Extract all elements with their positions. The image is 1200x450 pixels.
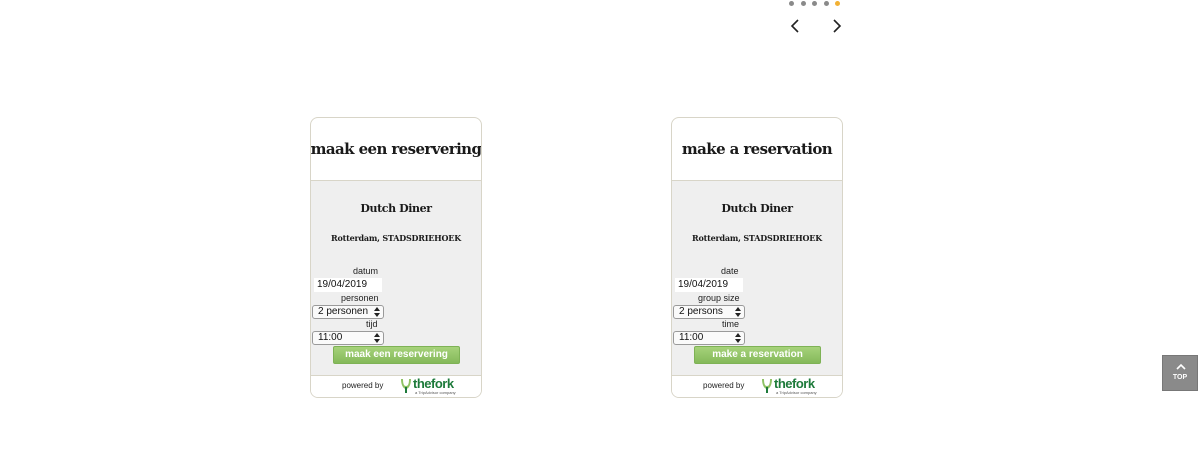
brand-name: thefork bbox=[413, 376, 454, 391]
chevron-up-icon bbox=[1176, 363, 1186, 370]
fork-icon bbox=[401, 379, 411, 393]
date-label: date bbox=[721, 266, 739, 276]
restaurant-location: Rotterdam, STADSDRIEHOEK bbox=[692, 233, 822, 243]
select-arrows-icon bbox=[735, 307, 741, 317]
carousel-dot[interactable] bbox=[800, 1, 806, 6]
brand-tagline: a TripAdvisor company bbox=[415, 390, 456, 395]
back-to-top-button[interactable]: TOP bbox=[1162, 355, 1198, 391]
fork-icon bbox=[762, 379, 772, 393]
reserve-button[interactable]: make a reservation bbox=[694, 346, 821, 364]
widget-header: make a reservation bbox=[672, 118, 842, 181]
reservation-widget-en: make a reservation Dutch Diner Rotterdam… bbox=[671, 117, 843, 398]
reservation-widget-nl: maak een reservering Dutch Diner Rotterd… bbox=[310, 117, 482, 398]
time-select[interactable]: 11:00 bbox=[673, 331, 745, 345]
persons-label: group size bbox=[698, 293, 740, 303]
persons-select-value: 2 personen bbox=[318, 306, 369, 317]
select-arrows-icon bbox=[374, 307, 380, 317]
widget-title: make a reservation bbox=[681, 140, 833, 158]
widget-header: maak een reservering bbox=[311, 118, 481, 181]
carousel-dots bbox=[789, 1, 840, 6]
persons-select-value: 2 persons bbox=[679, 306, 723, 317]
powered-by-label: powered by bbox=[703, 381, 745, 390]
time-label: time bbox=[722, 319, 740, 329]
brand-name: thefork bbox=[774, 376, 815, 391]
restaurant-name: Dutch Diner bbox=[360, 202, 432, 215]
persons-label: personen bbox=[341, 293, 379, 303]
time-select-value: 11:00 bbox=[318, 332, 343, 343]
select-arrows-icon bbox=[374, 333, 380, 343]
persons-select[interactable]: 2 persons bbox=[673, 305, 745, 319]
restaurant-name: Dutch Diner bbox=[721, 202, 793, 215]
carousel-dot[interactable] bbox=[789, 1, 794, 6]
date-input[interactable]: 19/04/2019 bbox=[675, 278, 743, 292]
brand-tagline: a TripAdvisor company bbox=[776, 390, 817, 395]
carousel-dot-active[interactable] bbox=[835, 1, 840, 6]
time-label: tijd bbox=[366, 319, 378, 329]
select-arrows-icon bbox=[735, 333, 741, 343]
chevron-left-icon[interactable] bbox=[787, 18, 803, 34]
reserve-button[interactable]: maak een reservering bbox=[333, 346, 460, 364]
date-label: datum bbox=[353, 266, 379, 276]
widget-form: Dutch Diner Rotterdam, STADSDRIEHOEK dat… bbox=[672, 181, 842, 377]
thefork-logo[interactable]: thefork a TripAdvisor company bbox=[399, 377, 461, 396]
persons-select[interactable]: 2 personen bbox=[312, 305, 384, 319]
carousel-dot[interactable] bbox=[812, 1, 817, 6]
widget-title: maak een reservering bbox=[310, 140, 482, 158]
back-to-top-label: TOP bbox=[1172, 374, 1188, 381]
time-select[interactable]: 11:00 bbox=[312, 331, 384, 345]
time-select-value: 11:00 bbox=[679, 332, 704, 343]
chevron-right-icon[interactable] bbox=[829, 18, 845, 34]
powered-by-label: powered by bbox=[342, 381, 384, 390]
widget-footer: powered by thefork a TripAdvisor company bbox=[311, 375, 481, 397]
date-input[interactable]: 19/04/2019 bbox=[314, 278, 382, 292]
carousel-dot[interactable] bbox=[823, 1, 829, 6]
widget-form: Dutch Diner Rotterdam, STADSDRIEHOEK dat… bbox=[311, 181, 481, 377]
widget-footer: powered by thefork a TripAdvisor company bbox=[672, 375, 842, 397]
thefork-logo[interactable]: thefork a TripAdvisor company bbox=[760, 377, 822, 396]
restaurant-location: Rotterdam, STADSDRIEHOEK bbox=[331, 233, 461, 243]
